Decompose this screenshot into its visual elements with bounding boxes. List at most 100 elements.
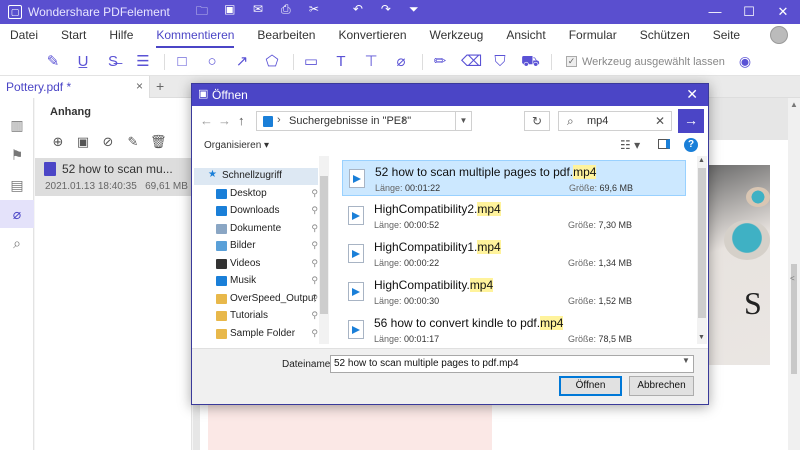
file-row[interactable]: HighCompatibility.mp4 Länge: 00:00:30 Größ… (342, 274, 686, 310)
strikethrough-icon[interactable]: S̶ (104, 53, 122, 71)
attachment-item[interactable]: 52 how to scan mu... 2021.01.13 18:40:35… (35, 158, 192, 196)
file-row[interactable]: HighCompatibility2.mp4 Länge: 00:00:52 Grö… (342, 198, 686, 234)
redo-icon[interactable]: ↷ (378, 2, 394, 23)
attachment-panel-icon[interactable]: ⌀ (0, 200, 34, 228)
stamp-icon[interactable]: ⛉ (491, 53, 509, 71)
eye-icon[interactable]: ◉ (739, 53, 751, 70)
forward-icon[interactable]: → (218, 113, 231, 128)
checkbox-icon[interactable]: ✓ (566, 56, 577, 67)
filename-input[interactable]: 52 how to scan multiple pages to pdf.mp4 (330, 355, 694, 373)
menu-schuetzen[interactable]: Schützen (640, 28, 690, 44)
up-icon[interactable]: ↑ (238, 113, 245, 128)
filename-dropdown-icon[interactable]: ▼ (682, 356, 690, 365)
file-row[interactable]: HighCompatibility1.mp4 Länge: 00:00:22 Grö… (342, 236, 686, 272)
underline-icon[interactable]: U̲ (74, 53, 92, 71)
menu-start[interactable]: Start (61, 28, 86, 44)
menu-ansicht[interactable]: Ansicht (506, 28, 545, 44)
menu-bearbeiten[interactable]: Bearbeiten (257, 28, 315, 44)
mail-icon[interactable]: ✉ (250, 2, 266, 23)
nav-item-musik[interactable]: Musik ⚲ (194, 273, 318, 290)
cut-icon[interactable]: ✂ (306, 2, 322, 23)
menu-hilfe[interactable]: Hilfe (109, 28, 133, 44)
note-icon[interactable]: ▭ (302, 53, 320, 71)
nav-scrollbar[interactable] (319, 156, 329, 344)
file-size: Größe: 7,30 MB (568, 220, 633, 230)
scroll-up-icon[interactable]: ▲ (698, 157, 705, 164)
eraser-icon[interactable]: ⌫ (461, 53, 482, 71)
menu-datei[interactable]: Datei (10, 28, 38, 44)
list-scroll-thumb[interactable] (698, 168, 706, 318)
dialog-close-icon[interactable]: ✕ (686, 86, 698, 103)
attachment-name: 52 how to scan mu... (62, 162, 173, 176)
nav-item-downloads[interactable]: Downloads ⚲ (194, 203, 318, 220)
nav-item-tutorials[interactable]: Tutorials ⚲ (194, 308, 318, 325)
nav-item-desktop[interactable]: Desktop ⚲ (194, 186, 318, 203)
pencil-icon[interactable]: ✏ (431, 53, 449, 71)
nav-item-schnellzugriff[interactable]: ★ Schnellzugriff (194, 168, 318, 185)
nav-item-videos[interactable]: Videos ⚲ (194, 256, 318, 273)
undo-icon[interactable]: ↶ (350, 2, 366, 23)
save-attachment-icon[interactable]: ▣ (75, 134, 91, 150)
save-icon[interactable]: ▣ (222, 2, 238, 23)
delete-attachment-icon[interactable]: 🗑 (150, 134, 167, 150)
ellipse-icon[interactable]: ○ (203, 53, 221, 71)
edit-attachment-icon[interactable]: ✎ (125, 134, 141, 150)
nav-scroll-thumb[interactable] (320, 176, 328, 314)
signature-dropdown-icon[interactable]: ⛟ (521, 53, 540, 71)
path-dropdown-icon[interactable]: ▼ (456, 111, 472, 131)
arrow-icon[interactable]: ↗ (233, 53, 251, 71)
help-icon[interactable]: ? (684, 138, 698, 152)
menu-seite[interactable]: Seite (713, 28, 740, 44)
comment-icon[interactable]: ▤ (8, 176, 26, 194)
organize-button[interactable]: Organisieren ▾ (204, 140, 269, 151)
open-attachment-icon[interactable]: ⊘ (100, 134, 116, 150)
keep-tool-checkbox[interactable]: ✓ Werkzeug ausgewählt lassen (566, 56, 725, 68)
folder-icon[interactable]: 🗀 (194, 2, 210, 23)
back-icon[interactable]: ← (200, 113, 213, 128)
text-icon[interactable]: T (332, 53, 350, 71)
clear-search-icon[interactable]: ✕ (655, 114, 665, 128)
nav-item-bilder[interactable]: Bilder ⚲ (194, 238, 318, 255)
rectangle-icon[interactable]: □ (173, 53, 191, 71)
nav-item-overspeed-output[interactable]: OverSpeed_Output ⚲ (194, 291, 318, 308)
pin-icon: ⚲ (311, 275, 318, 285)
highlight-icon[interactable]: ✎ (44, 53, 62, 71)
menu-werkzeug[interactable]: Werkzeug (430, 28, 484, 44)
scroll-down-icon[interactable]: ▼ (698, 334, 705, 341)
cancel-button[interactable]: Abbrechen (629, 376, 694, 396)
file-row[interactable]: 52 how to scan multiple pages to pdf.mp4… (342, 160, 686, 196)
preview-pane-icon[interactable] (658, 139, 670, 149)
search-icon[interactable]: ⌕ (8, 234, 26, 252)
nav-item-sample-folder[interactable]: Sample Folder ⚲ (194, 326, 318, 343)
tab-close-icon[interactable]: × (136, 79, 143, 93)
thumbnails-icon[interactable]: ▥ (8, 116, 26, 134)
add-tab-icon[interactable]: + (156, 78, 164, 94)
shapes-dropdown-icon[interactable]: ⬠ (263, 53, 281, 71)
avatar[interactable] (770, 26, 788, 44)
search-input[interactable]: ⌕ mp4 ✕ (558, 111, 672, 131)
search-go-icon[interactable]: → (678, 109, 704, 133)
nav-item-dokumente[interactable]: Dokumente ⚲ (194, 221, 318, 238)
file-row[interactable]: 56 how to convert kindle to pdf.mp4 Länge… (342, 312, 686, 344)
refresh-icon[interactable]: ↻ (524, 111, 550, 131)
document-scrollbar[interactable]: ▲ < (788, 98, 800, 450)
scroll-up-icon[interactable]: ▲ (790, 100, 798, 109)
menu-formular[interactable]: Formular (569, 28, 617, 44)
close-icon[interactable]: ✕ (766, 0, 800, 24)
print-icon[interactable]: ⎙ (278, 2, 294, 23)
tab-pottery[interactable]: Pottery.pdf * × (0, 76, 150, 98)
minimize-icon[interactable]: — (698, 0, 732, 24)
text-lines-icon[interactable]: ☰ (134, 53, 152, 71)
textbox-icon[interactable]: ⊤ (362, 53, 380, 71)
open-button[interactable]: Öffnen (559, 376, 622, 396)
menu-konvertieren[interactable]: Konvertieren (338, 28, 406, 44)
list-scrollbar[interactable]: ▲ ▼ (697, 156, 707, 344)
add-attachment-icon[interactable]: ⊕ (50, 134, 66, 150)
dropdown-icon[interactable]: ⏷ (406, 2, 422, 23)
view-options-icon[interactable]: ☷ ▾ (620, 138, 640, 152)
bookmark-icon[interactable]: ⚑ (8, 146, 26, 164)
attachment-icon[interactable]: ⌀ (392, 53, 410, 71)
maximize-icon[interactable]: ☐ (732, 0, 766, 24)
path-field[interactable]: › Suchergebnisse in "PE8" › (256, 111, 456, 131)
menu-kommentieren[interactable]: Kommentieren (156, 28, 235, 48)
